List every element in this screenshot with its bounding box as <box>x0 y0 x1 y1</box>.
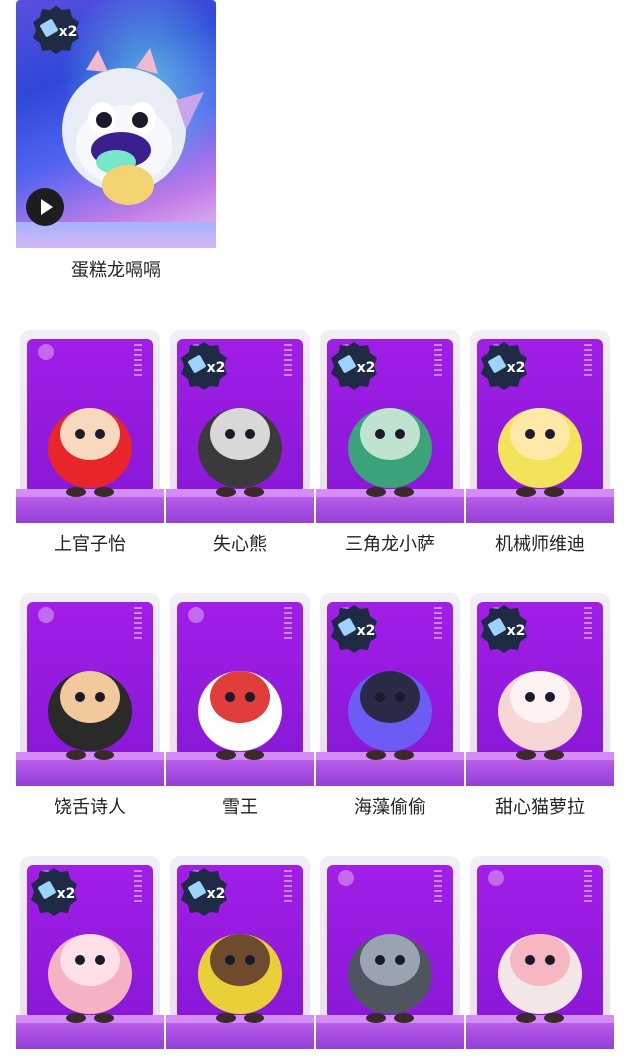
card-display-box: x2 <box>316 330 464 523</box>
svg-text:x2: x2 <box>357 360 376 376</box>
card-display-box <box>166 593 314 786</box>
card-display-box: x2 <box>166 330 314 523</box>
collectible-card[interactable]: x2 三角龙小萨 <box>316 330 464 555</box>
side-print-mark <box>134 870 142 904</box>
side-print-mark <box>134 344 142 378</box>
svg-text:x2: x2 <box>357 623 376 639</box>
double-badge-icon: x2 <box>181 342 227 390</box>
character-name-label: 甜心猫萝拉 <box>495 797 585 818</box>
side-print-mark <box>134 607 142 641</box>
character-name-label: 三角龙小萨 <box>345 534 435 555</box>
side-print-mark <box>584 870 592 904</box>
series-logo-icon <box>488 870 504 886</box>
side-print-mark <box>284 344 292 378</box>
side-print-mark <box>434 607 442 641</box>
svg-text:x2: x2 <box>207 360 226 376</box>
card-display-box <box>466 856 614 1049</box>
collectible-card[interactable]: x2 <box>16 856 164 1049</box>
double-badge-icon: x2 <box>181 868 227 916</box>
collectible-card[interactable]: x2 失心熊 <box>166 330 314 555</box>
collectible-card[interactable]: x2 海藻偷偷 <box>316 593 464 818</box>
collectible-card[interactable]: x2 机械师维迪 <box>466 330 614 555</box>
collectible-card[interactable]: x2 甜心猫萝拉 <box>466 593 614 818</box>
side-print-mark <box>434 344 442 378</box>
character-name-label: 雪王 <box>222 797 258 818</box>
collectible-card[interactable]: 上官子怡 <box>16 330 164 555</box>
card-display-box <box>16 593 164 786</box>
side-print-mark <box>584 607 592 641</box>
featured-name-label: 蛋糕龙嗝嗝 <box>71 260 161 281</box>
character-name-label: 海藻偷偷 <box>354 797 426 818</box>
svg-text:x2: x2 <box>59 24 78 40</box>
svg-text:x2: x2 <box>57 886 76 902</box>
card-display-box <box>16 330 164 523</box>
card-display-box: x2 <box>466 593 614 786</box>
series-logo-icon <box>188 607 204 623</box>
collectible-card[interactable] <box>466 856 614 1049</box>
double-badge-icon: x2 <box>31 868 77 916</box>
card-display-box <box>316 856 464 1049</box>
character-name-label: 饶舌诗人 <box>54 797 126 818</box>
character-name-label: 上官子怡 <box>54 534 126 555</box>
double-badge-icon: x2 <box>481 605 527 653</box>
play-button[interactable] <box>26 188 64 226</box>
svg-text:x2: x2 <box>507 360 526 376</box>
card-display-box: x2 <box>466 330 614 523</box>
collectible-card[interactable] <box>316 856 464 1049</box>
series-logo-icon <box>38 607 54 623</box>
side-print-mark <box>284 870 292 904</box>
series-logo-icon <box>338 870 354 886</box>
svg-text:x2: x2 <box>507 623 526 639</box>
collectible-card[interactable]: 饶舌诗人 <box>16 593 164 818</box>
double-badge-icon: x2 <box>331 342 377 390</box>
series-logo-icon <box>38 344 54 360</box>
side-print-mark <box>584 344 592 378</box>
collectible-card[interactable]: x2 <box>166 856 314 1049</box>
featured-collectible-card[interactable]: x2 <box>16 0 216 248</box>
character-name-label: 机械师维迪 <box>495 534 585 555</box>
collectible-card[interactable]: 雪王 <box>166 593 314 818</box>
card-display-box: x2 <box>16 856 164 1049</box>
card-display-box: x2 <box>316 593 464 786</box>
double-badge-icon: x2 <box>481 342 527 390</box>
svg-text:x2: x2 <box>207 886 226 902</box>
card-display-box: x2 <box>166 856 314 1049</box>
double-badge-icon: x2 <box>331 605 377 653</box>
side-print-mark <box>284 607 292 641</box>
character-name-label: 失心熊 <box>213 534 267 555</box>
side-print-mark <box>434 870 442 904</box>
double-badge-icon: x2 <box>33 6 79 54</box>
